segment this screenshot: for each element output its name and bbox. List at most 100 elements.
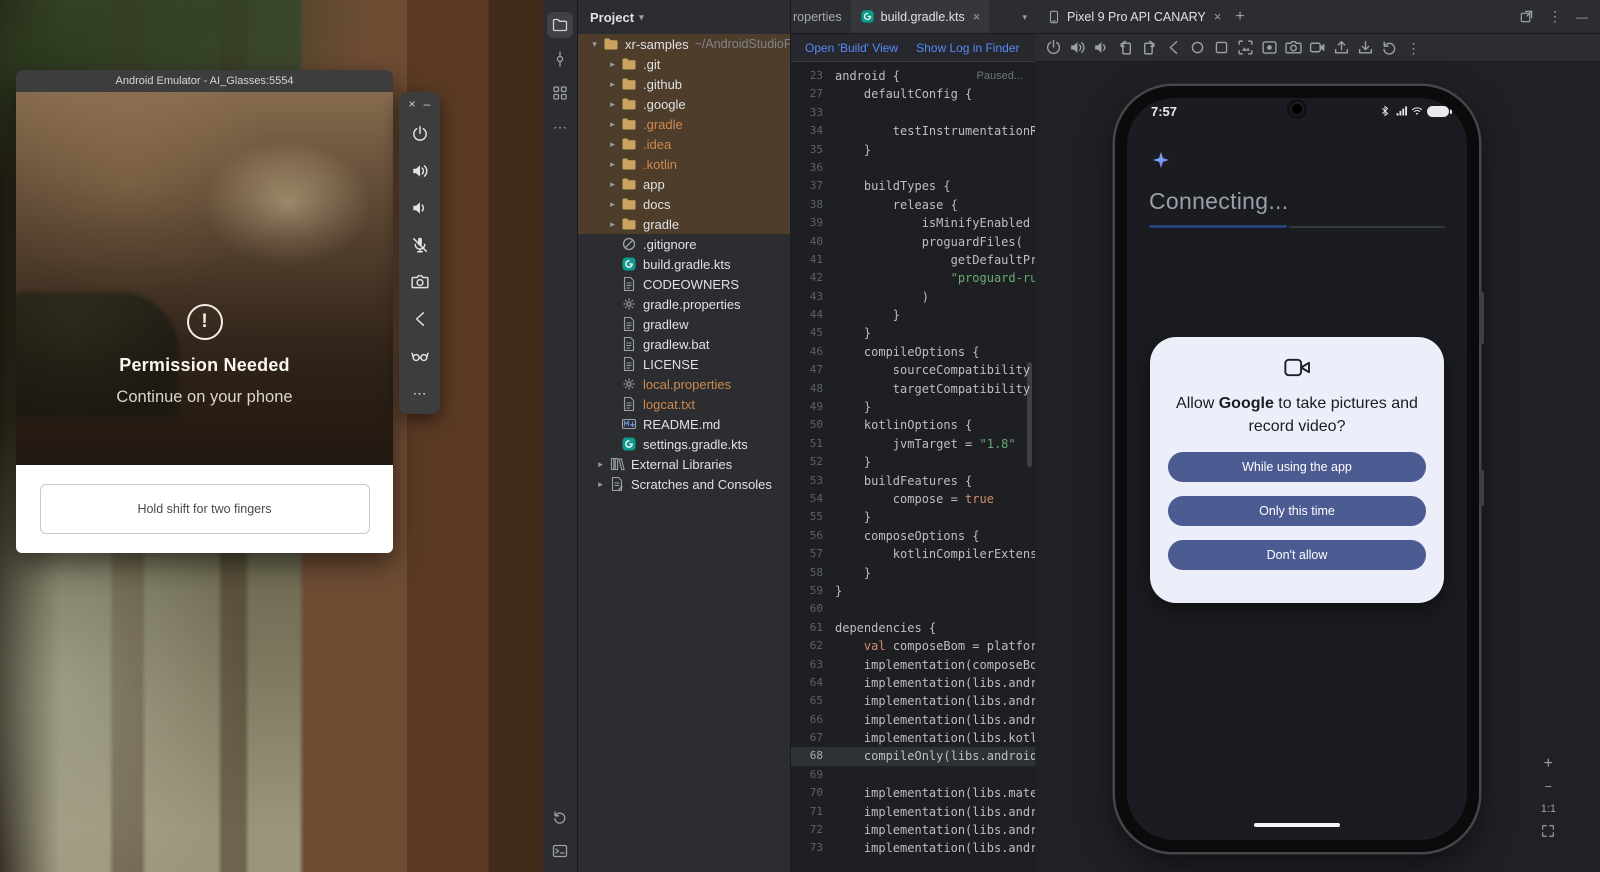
banner-link[interactable]: Open 'Build' View: [805, 41, 898, 55]
code-line[interactable]: "proguard-ru: [835, 269, 1035, 287]
tree-item--google[interactable]: ▸.google: [578, 94, 790, 114]
code-line[interactable]: }: [835, 324, 1035, 342]
volume-up-button[interactable]: [411, 162, 429, 180]
code-line[interactable]: ): [835, 288, 1035, 306]
tree-item--idea[interactable]: ▸.idea: [578, 134, 790, 154]
tree-item-gradlew-bat[interactable]: gradlew.bat: [578, 334, 790, 354]
tab-gradle-properties[interactable]: roperties: [791, 0, 851, 33]
code-line[interactable]: compileOnly(libs.android: [835, 747, 1035, 765]
banner-link[interactable]: Show Log in Finder: [916, 41, 1019, 55]
tree-item--git[interactable]: ▸.git: [578, 54, 790, 74]
code-line[interactable]: implementation(libs.mate: [835, 784, 1035, 802]
mic-off-button[interactable]: [411, 236, 429, 254]
permission-button[interactable]: While using the app: [1168, 452, 1426, 482]
code-line[interactable]: dependencies {: [835, 619, 1035, 637]
code-line[interactable]: android {: [835, 67, 1035, 85]
tree-item-gradlew[interactable]: gradlew: [578, 314, 790, 334]
tree-item--github[interactable]: ▸.github: [578, 74, 790, 94]
tree-item-gradle[interactable]: ▸gradle: [578, 214, 790, 234]
tree-item-app[interactable]: ▸app: [578, 174, 790, 194]
code-line[interactable]: [835, 600, 1035, 618]
project-panel-header[interactable]: Project ▾: [578, 0, 790, 34]
tree-item--gitignore[interactable]: .gitignore: [578, 234, 790, 254]
open-in-window-icon[interactable]: [1519, 9, 1534, 24]
code-line[interactable]: compose = true: [835, 490, 1035, 508]
phone-screen[interactable]: 7:57 Connecting... Allow Google: [1127, 98, 1467, 840]
terminal-button[interactable]: [547, 838, 573, 864]
tree-item--kotlin[interactable]: ▸.kotlin: [578, 154, 790, 174]
code-line[interactable]: implementation(libs.andr: [835, 711, 1035, 729]
sync-button[interactable]: [547, 804, 573, 830]
code-line[interactable]: implementation(composeBo: [835, 656, 1035, 674]
tree-item-local-properties[interactable]: local.properties: [578, 374, 790, 394]
project-button[interactable]: [547, 12, 573, 38]
camera-button[interactable]: [1285, 39, 1302, 56]
code-line[interactable]: getDefaultPr: [835, 251, 1035, 269]
code-line[interactable]: kotlinOptions {: [835, 416, 1035, 434]
chevron-down-icon[interactable]: ▾: [588, 39, 601, 50]
tab-list-dropdown-icon[interactable]: ▾: [1022, 0, 1027, 34]
power-button[interactable]: [1045, 39, 1062, 56]
structure-button[interactable]: [547, 80, 573, 106]
permission-button[interactable]: Don't allow: [1168, 540, 1426, 570]
volume-up-button[interactable]: [1069, 39, 1086, 56]
code-line[interactable]: jvmTarget = "1.8": [835, 435, 1035, 453]
more-h-button[interactable]: ⋯: [411, 384, 429, 402]
tree-item-codeowners[interactable]: CODEOWNERS: [578, 274, 790, 294]
glasses-button[interactable]: [411, 347, 429, 365]
tree-item-root[interactable]: ▾ xr-samples ~/AndroidStudioProj: [578, 34, 790, 54]
emulator-display[interactable]: ! Permission Needed Continue on your pho…: [16, 92, 393, 465]
power-button[interactable]: [411, 125, 429, 143]
tree-item-readme-md[interactable]: README.md: [578, 414, 790, 434]
tab-build-gradle[interactable]: build.gradle.kts ×: [851, 0, 990, 33]
home-button[interactable]: [1189, 39, 1206, 56]
permission-button[interactable]: Only this time: [1168, 496, 1426, 526]
zoom-level[interactable]: 1:1: [1541, 803, 1556, 815]
code-line[interactable]: }: [835, 398, 1035, 416]
back-button[interactable]: [1165, 39, 1182, 56]
tab-device-pixel9[interactable]: Pixel 9 Pro API CANARY ×: [1047, 9, 1221, 24]
code-line[interactable]: }: [835, 582, 1035, 600]
code-line[interactable]: [835, 766, 1035, 784]
code-line[interactable]: release {: [835, 196, 1035, 214]
code-line[interactable]: }: [835, 141, 1035, 159]
tree-item-license[interactable]: LICENSE: [578, 354, 790, 374]
code-editor[interactable]: 2327333435363738394041424344454647484950…: [791, 62, 1035, 872]
back-button[interactable]: [411, 310, 429, 328]
volume-down-button[interactable]: [1093, 39, 1110, 56]
code-line[interactable]: implementation(libs.andr: [835, 803, 1035, 821]
code-line[interactable]: composeOptions {: [835, 527, 1035, 545]
editor-scrollbar[interactable]: [1027, 362, 1032, 467]
more-v-button[interactable]: ⋮: [1405, 39, 1422, 56]
volume-down-button[interactable]: [411, 199, 429, 217]
close-icon[interactable]: ×: [973, 9, 981, 24]
code-line[interactable]: }: [835, 564, 1035, 582]
tree-item-build-gradle-kts[interactable]: build.gradle.kts: [578, 254, 790, 274]
commit-button[interactable]: [547, 46, 573, 72]
code-line[interactable]: }: [835, 306, 1035, 324]
overview-button[interactable]: [1213, 39, 1230, 56]
code-line[interactable]: implementation(libs.andr: [835, 674, 1035, 692]
close-icon[interactable]: ×: [1214, 9, 1222, 24]
tree-item-scratches-and-consoles[interactable]: ▸Scratches and Consoles: [578, 474, 790, 494]
code-line[interactable]: sourceCompatibility: [835, 361, 1035, 379]
code-line[interactable]: implementation(libs.andr: [835, 821, 1035, 839]
tree-item-settings-gradle-kts[interactable]: settings.gradle.kts: [578, 434, 790, 454]
more-h-button[interactable]: ⋯: [547, 114, 573, 140]
code-line[interactable]: implementation(libs.andr: [835, 839, 1035, 857]
code-line[interactable]: }: [835, 508, 1035, 526]
code-line[interactable]: proguardFiles(: [835, 233, 1035, 251]
hide-panel-button[interactable]: —: [1576, 10, 1588, 24]
tree-item--gradle[interactable]: ▸.gradle: [578, 114, 790, 134]
screenshot-button[interactable]: [1237, 39, 1254, 56]
code-line[interactable]: val composeBom = platfor: [835, 637, 1035, 655]
download-button[interactable]: [1357, 39, 1374, 56]
restore-button[interactable]: [1381, 39, 1398, 56]
tree-item-docs[interactable]: ▸docs: [578, 194, 790, 214]
tree-item-external-libraries[interactable]: ▸External Libraries: [578, 454, 790, 474]
code-line[interactable]: [835, 104, 1035, 122]
camera-button[interactable]: [411, 273, 429, 291]
code-line[interactable]: }: [835, 453, 1035, 471]
code-line[interactable]: compileOptions {: [835, 343, 1035, 361]
navigation-handle[interactable]: [1254, 823, 1340, 827]
